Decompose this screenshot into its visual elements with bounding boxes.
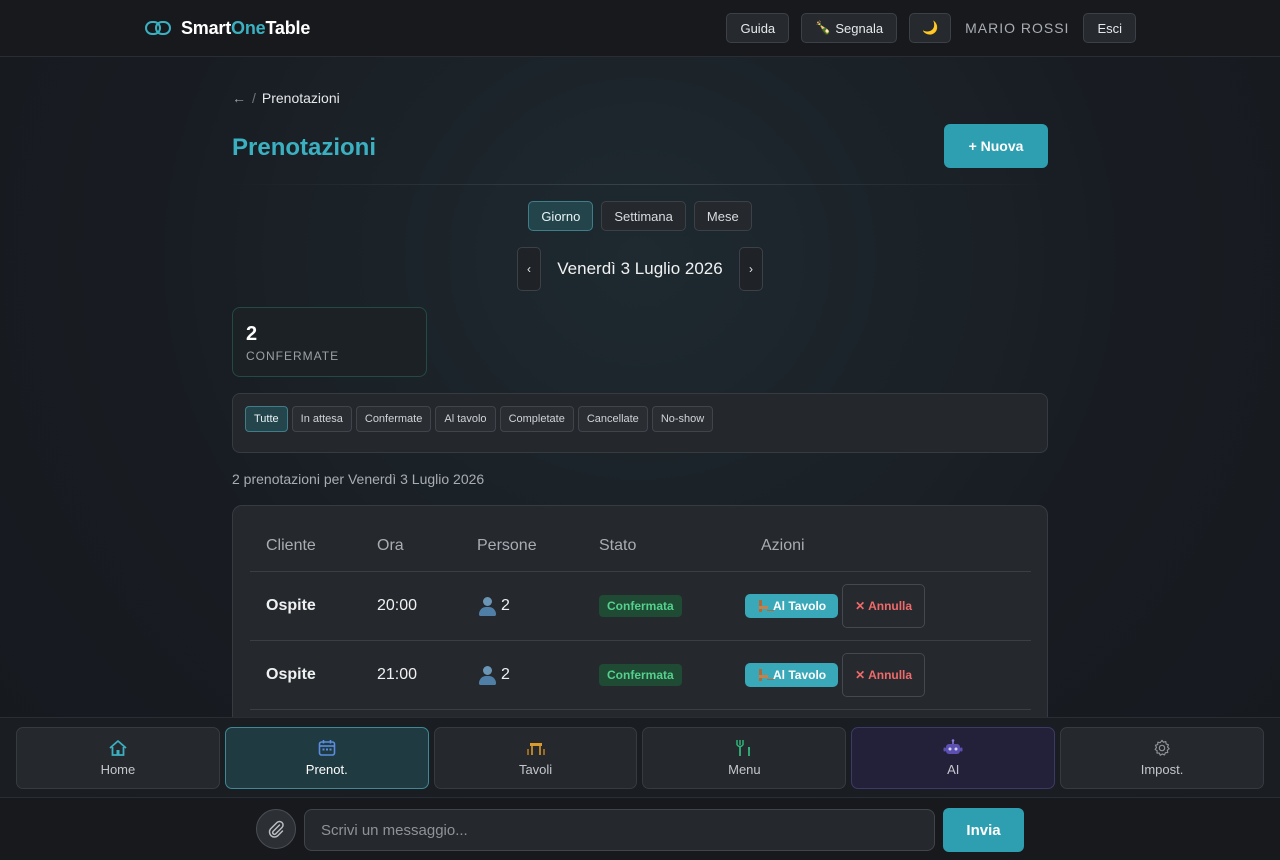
- message-input[interactable]: [304, 809, 935, 851]
- nav-label: Menu: [728, 762, 761, 777]
- cell-time: 21:00: [361, 640, 461, 710]
- gear-icon: [1154, 739, 1170, 756]
- calendar-icon: [318, 740, 336, 756]
- attach-button[interactable]: [256, 809, 296, 849]
- home-icon: [109, 740, 127, 756]
- cell-people: 2: [461, 640, 583, 710]
- report-label: Segnala: [835, 20, 884, 36]
- reservations-table-card: Cliente Ora Persone Stato Azioni Ospite …: [232, 505, 1048, 735]
- person-icon: [477, 596, 497, 616]
- logo[interactable]: SmartOneTable: [145, 17, 310, 39]
- bottom-nav: Home Prenot. Tavoli Menu AI Impost.: [0, 717, 1280, 798]
- paperclip-icon: [268, 820, 284, 838]
- date-navigator: ‹ Venerdì 3 Luglio 2026 ›: [232, 247, 1048, 291]
- cutlery-icon: [736, 740, 751, 756]
- guide-button[interactable]: Guida: [726, 13, 790, 43]
- seat-button[interactable]: Al Tavolo: [745, 593, 839, 618]
- breadcrumb-separator: /: [252, 90, 256, 106]
- bottle-icon: 🍾: [815, 20, 832, 35]
- chair-icon: [757, 668, 769, 681]
- cell-status: Confermata: [583, 571, 745, 641]
- confirmed-stat-card: 2 CONFERMATE: [232, 307, 427, 377]
- theme-toggle-button[interactable]: 🌙: [909, 13, 952, 43]
- moon-icon: 🌙: [921, 20, 939, 35]
- nav-tables[interactable]: Tavoli: [433, 727, 638, 789]
- top-actions: Guida 🍾 Segnala 🌙 MARIO ROSSI Esci: [726, 13, 1136, 43]
- table-icon: [526, 743, 545, 755]
- person-icon: [477, 665, 497, 685]
- next-date-button[interactable]: ›: [739, 247, 763, 291]
- filter-completed[interactable]: Completate: [499, 406, 574, 432]
- tab-week[interactable]: Settimana: [601, 201, 686, 231]
- stat-value: 2: [246, 323, 258, 345]
- cell-status: Confermata: [583, 640, 745, 710]
- nav-home[interactable]: Home: [16, 727, 220, 789]
- nav-label: Home: [100, 762, 136, 777]
- page-title: Prenotazioni: [232, 134, 377, 161]
- chat-bar: Invia: [0, 799, 1280, 860]
- people-count: 2: [501, 665, 510, 683]
- send-button[interactable]: Invia: [943, 808, 1024, 852]
- status-filters: Tutte In attesa Confermate Al tavolo Com…: [232, 393, 1048, 453]
- nav-reservations[interactable]: Prenot.: [224, 727, 429, 789]
- filter-cancelled[interactable]: Cancellate: [577, 406, 648, 432]
- nav-label: AI: [947, 762, 960, 777]
- filter-all[interactable]: Tutte: [245, 406, 288, 432]
- new-reservation-button[interactable]: + Nuova: [944, 124, 1048, 168]
- status-badge: Confermata: [599, 594, 682, 617]
- nav-ai[interactable]: AI: [851, 727, 1056, 789]
- nav-menu[interactable]: Menu: [642, 727, 847, 789]
- filter-confirmed[interactable]: Confermate: [355, 406, 432, 432]
- reservations-table: Cliente Ora Persone Stato Azioni Ospite …: [250, 529, 1031, 710]
- nav-label: Prenot.: [305, 762, 348, 777]
- table-row: Ospite 20:00 2 Confermata Al Tavolo ✕ An…: [250, 571, 1031, 641]
- cell-client: Ospite: [250, 640, 361, 710]
- cancel-reservation-button[interactable]: ✕ Annulla: [842, 652, 926, 697]
- cancel-reservation-button[interactable]: ✕ Annulla: [842, 583, 926, 628]
- chair-icon: [757, 599, 769, 612]
- cell-time: 20:00: [361, 571, 461, 641]
- divider: [232, 184, 1048, 185]
- cell-client: Ospite: [250, 571, 361, 641]
- cell-actions: Al Tavolo ✕ Annulla: [745, 571, 1031, 641]
- breadcrumb: ← / Prenotazioni: [232, 90, 340, 106]
- header-persone: Persone: [461, 529, 583, 572]
- nav-label: Impost.: [1140, 762, 1184, 777]
- header-stato: Stato: [583, 529, 745, 572]
- tab-month[interactable]: Mese: [693, 201, 752, 231]
- nav-label: Tavoli: [518, 762, 553, 777]
- view-tabs: Giorno Settimana Mese: [232, 201, 1048, 231]
- robot-icon: [943, 739, 963, 754]
- filter-seated[interactable]: Al tavolo: [435, 406, 496, 432]
- filter-pending[interactable]: In attesa: [291, 406, 352, 432]
- people-count: 2: [501, 596, 510, 614]
- header-cliente: Cliente: [250, 529, 361, 572]
- breadcrumb-current: Prenotazioni: [261, 90, 340, 106]
- tab-day[interactable]: Giorno: [528, 201, 594, 231]
- cell-people: 2: [461, 571, 583, 641]
- cell-actions: Al Tavolo ✕ Annulla: [745, 640, 1031, 710]
- logout-button[interactable]: Esci: [1083, 13, 1136, 43]
- table-header-row: Cliente Ora Persone Stato Azioni: [250, 529, 1031, 572]
- filter-no-show[interactable]: No-show: [651, 406, 714, 432]
- prev-date-button[interactable]: ‹: [517, 247, 541, 291]
- user-name: MARIO ROSSI: [965, 20, 1070, 36]
- reservations-summary: 2 prenotazioni per Venerdì 3 Luglio 2026: [232, 471, 485, 487]
- stat-label: CONFERMATE: [246, 349, 340, 363]
- seat-button[interactable]: Al Tavolo: [745, 662, 839, 687]
- report-button[interactable]: 🍾 Segnala: [801, 13, 898, 43]
- current-date: Venerdì 3 Luglio 2026: [557, 259, 723, 278]
- header-ora: Ora: [361, 529, 461, 572]
- nav-settings[interactable]: Impost.: [1060, 727, 1264, 789]
- table-row: Ospite 21:00 2 Confermata Al Tavolo ✕ An…: [250, 640, 1031, 710]
- logo-text: SmartOneTable: [181, 17, 311, 38]
- seat-label: Al Tavolo: [773, 598, 827, 613]
- back-arrow-icon[interactable]: ←: [232, 90, 246, 106]
- seat-label: Al Tavolo: [773, 667, 827, 682]
- top-bar: SmartOneTable Guida 🍾 Segnala 🌙 MARIO RO…: [0, 0, 1280, 57]
- logo-icon: [145, 21, 173, 35]
- status-badge: Confermata: [599, 663, 682, 686]
- header-azioni: Azioni: [745, 529, 1031, 572]
